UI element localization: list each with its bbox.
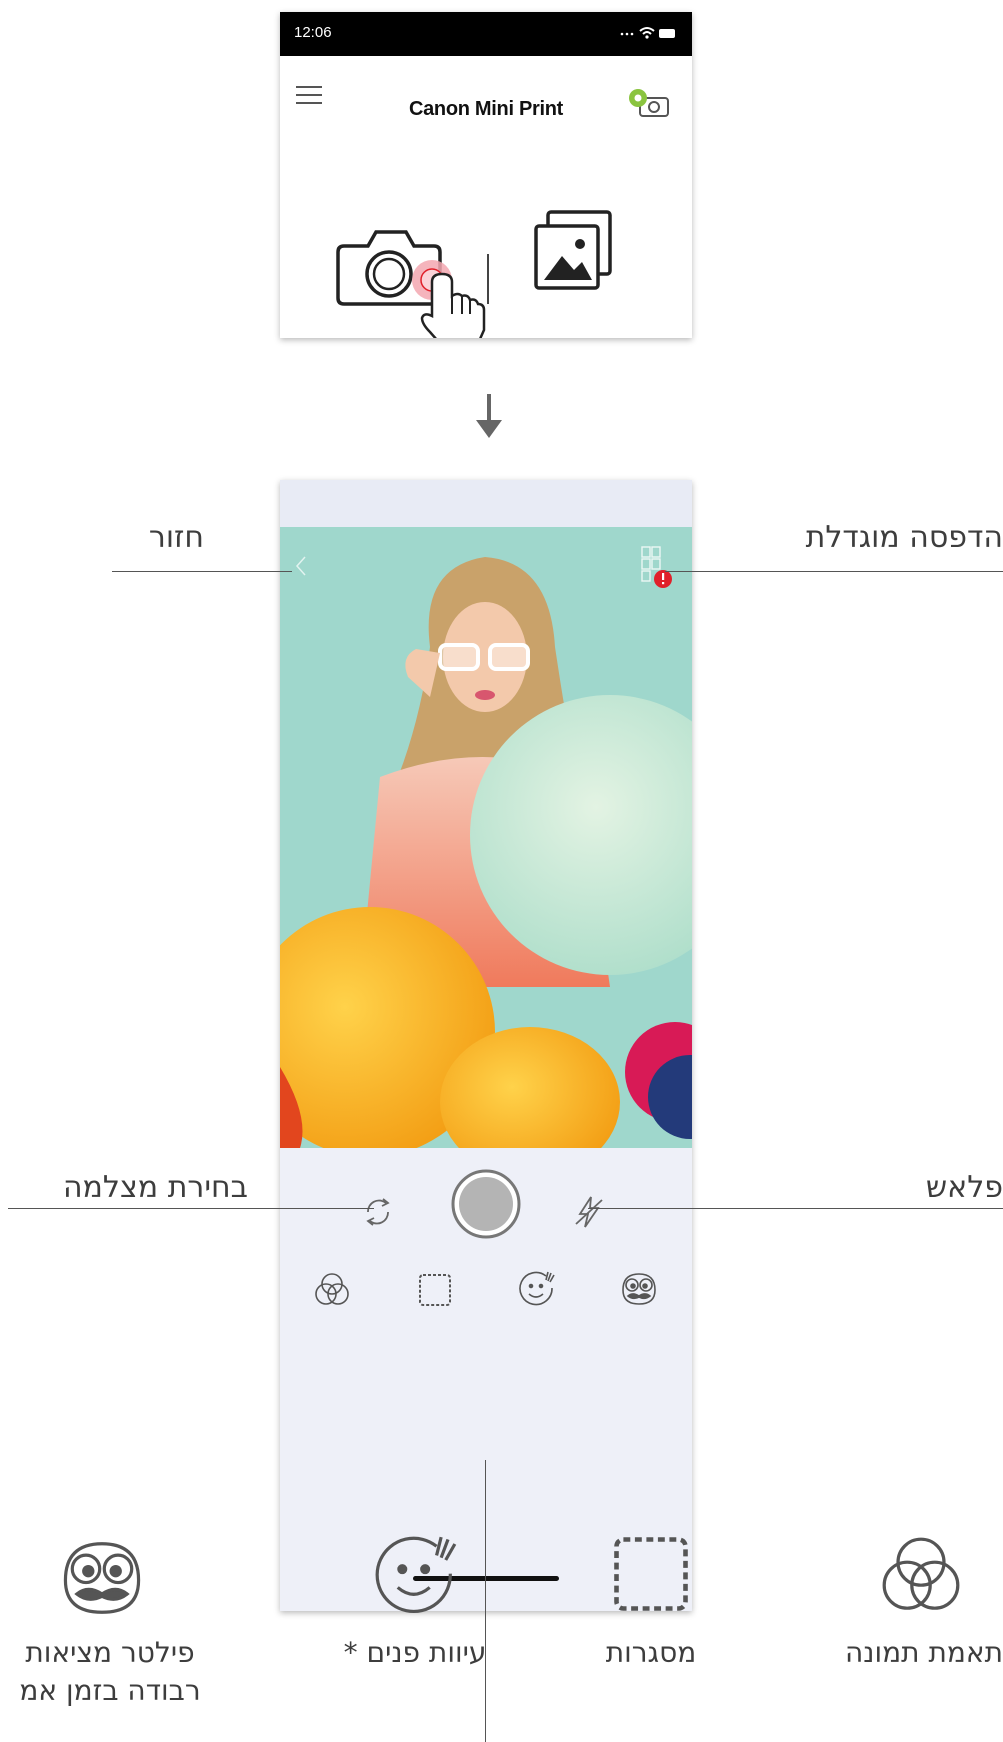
mustache-face-icon bbox=[54, 1530, 150, 1626]
face-warp-icon bbox=[368, 1528, 464, 1624]
status-bar: 12:06 bbox=[280, 12, 692, 56]
back-chevron-icon[interactable] bbox=[294, 555, 308, 581]
gallery-icon[interactable] bbox=[532, 208, 616, 294]
color-overlap-icon bbox=[875, 1530, 967, 1622]
camera-top-strip bbox=[280, 480, 692, 527]
home-body bbox=[280, 126, 692, 338]
tap-hand-icon bbox=[410, 256, 500, 338]
color-overlap-icon[interactable] bbox=[312, 1270, 352, 1310]
leader-enlarged-print bbox=[665, 571, 1003, 572]
leader-features bbox=[485, 1460, 486, 1742]
frame-icon bbox=[605, 1528, 697, 1620]
leader-back bbox=[112, 571, 292, 572]
leader-flash bbox=[588, 1208, 1003, 1209]
callout-back: חזור bbox=[148, 520, 204, 555]
face-warp-icon[interactable] bbox=[516, 1268, 558, 1310]
feature-label-adjust: תאמת תמונה bbox=[845, 1636, 1003, 1669]
shutter-button[interactable] bbox=[450, 1168, 522, 1240]
home-screen: 12:06 Canon Mini Print bbox=[280, 12, 692, 338]
status-icons bbox=[618, 22, 678, 46]
feature-label-ar: פילטר מציאות bbox=[25, 1636, 195, 1669]
arrow-down-icon bbox=[474, 394, 504, 446]
callout-flash: פלאש bbox=[925, 1170, 1003, 1205]
callout-switch-camera: בחירת מצלמה bbox=[62, 1170, 248, 1205]
flash-off-icon[interactable] bbox=[572, 1194, 606, 1230]
frame-icon[interactable] bbox=[415, 1270, 455, 1310]
feature-label-frames: מסגרות bbox=[605, 1636, 697, 1669]
app-header: Canon Mini Print bbox=[280, 56, 692, 126]
callout-enlarged-print: הדפסה מוגדלת bbox=[805, 520, 1003, 555]
switch-camera-icon[interactable] bbox=[359, 1193, 397, 1231]
printer-connection-icon[interactable] bbox=[628, 86, 672, 122]
camera-preview bbox=[280, 527, 692, 1148]
camera-screen bbox=[280, 480, 692, 1611]
feature-label-face-warp: עיוות פנים * bbox=[343, 1636, 487, 1669]
leader-switch-camera bbox=[8, 1208, 374, 1209]
status-time: 12:06 bbox=[294, 24, 332, 41]
feature-label-ar-line2: רבודה בזמן אמ bbox=[19, 1674, 201, 1707]
tile-print-icon[interactable] bbox=[636, 543, 676, 591]
mustache-face-icon[interactable] bbox=[618, 1268, 660, 1310]
